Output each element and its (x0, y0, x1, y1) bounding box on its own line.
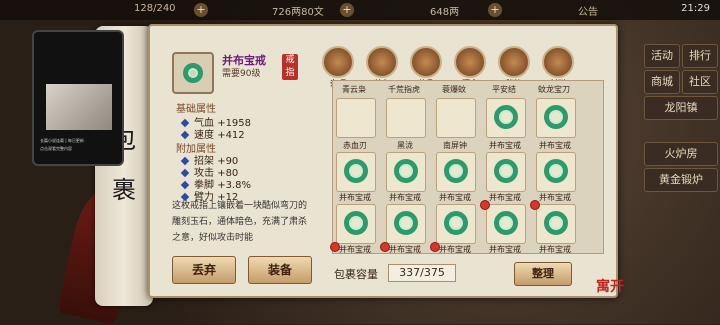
tab-misc[interactable] (322, 46, 354, 78)
inventory-slot[interactable] (536, 204, 576, 244)
slot-label: 并布宝戒 (489, 245, 521, 254)
inventory-slot[interactable] (336, 98, 376, 138)
capacity-value: 337/375 (388, 264, 456, 282)
inventory-slot[interactable] (486, 152, 526, 192)
grid-top-label: 平安结 (492, 85, 516, 94)
game-logo: 寓开 (596, 279, 624, 295)
new-item-dot (530, 200, 540, 210)
new-item-dot (380, 242, 390, 252)
inventory-slot[interactable] (436, 98, 476, 138)
video-subcaption: 点击观看完整内容 (40, 146, 72, 151)
stat-row: 速度 +412 (180, 126, 245, 141)
inventory-slot[interactable] (386, 98, 426, 138)
slot-label: 并布宝戒 (539, 245, 571, 254)
new-item-dot (330, 242, 340, 252)
inventory-slot[interactable] (386, 152, 426, 192)
tab-food[interactable] (454, 46, 486, 78)
slot-label: 黑泷 (397, 141, 413, 150)
equip-button[interactable]: 装备 (248, 256, 312, 284)
slot-label: 并布宝戒 (489, 141, 521, 150)
announcement-link[interactable]: 公告 (578, 3, 598, 18)
add-gold-button[interactable]: + (488, 3, 502, 17)
ring-icon (544, 159, 568, 183)
inventory-slot[interactable] (336, 204, 376, 244)
grid-top-label: 千荒指虎 (388, 85, 420, 94)
ring-icon (444, 211, 468, 235)
inventory-slot[interactable] (486, 204, 526, 244)
ring-icon (344, 159, 368, 183)
slot-label: 并布宝戒 (339, 193, 371, 202)
tab-materials[interactable] (542, 46, 574, 78)
ring-icon (344, 211, 368, 235)
new-item-dot (430, 242, 440, 252)
slot-label: 并布宝戒 (389, 193, 421, 202)
clock: 21:29 (681, 3, 710, 14)
grid-top-label: 蓑爆蚊 (442, 85, 466, 94)
top-status-bar: 128/240 + 726两80文 + 648两 + 公告 21:29 (0, 0, 720, 20)
discard-button[interactable]: 丢弃 (172, 256, 236, 284)
inventory-slot[interactable] (436, 152, 476, 192)
inventory-slot[interactable] (536, 98, 576, 138)
add-energy-button[interactable]: + (194, 3, 208, 17)
ring-icon (494, 159, 518, 183)
inventory-slot[interactable] (536, 152, 576, 192)
menu-shop[interactable]: 商城 (644, 70, 680, 94)
ring-icon (444, 159, 468, 183)
scroll-char-2: 裹 (112, 176, 136, 204)
menu-furnace[interactable]: 火炉房 (644, 142, 718, 166)
base-attributes-title: 基础属性 (176, 104, 216, 115)
selected-item-icon (172, 52, 214, 94)
inventory-slot[interactable] (436, 204, 476, 244)
item-type-seal: 戒指 (282, 54, 298, 80)
ring-icon (183, 63, 203, 83)
ring-icon (494, 105, 518, 129)
video-caption: 长篇小说连载 | 每日更新 (40, 138, 84, 143)
inventory-slot[interactable] (386, 204, 426, 244)
slot-label: 南屏钟 (443, 141, 467, 150)
menu-golden-forge[interactable]: 黄金锻炉 (644, 168, 718, 192)
silver-counter: 726两80文 (272, 7, 324, 18)
inventory-slot[interactable] (336, 152, 376, 192)
menu-community[interactable]: 社区 (682, 70, 718, 94)
menu-ranking[interactable]: 排行 (682, 44, 718, 68)
tab-medicine[interactable] (410, 46, 442, 78)
slot-label: 并布宝戒 (439, 193, 471, 202)
ring-icon (544, 211, 568, 235)
item-level-requirement: 需要90级 (222, 69, 261, 79)
add-silver-button[interactable]: + (340, 3, 354, 17)
tab-manuals[interactable] (498, 46, 530, 78)
new-item-dot (480, 200, 490, 210)
slot-label: 并布宝戒 (539, 141, 571, 150)
energy-counter: 128/240 (134, 3, 176, 14)
item-description: 这枚戒指上镶嵌着一块酷似弯刀的雕刻玉石，通体暗色，充满了肃杀之意，好似攻击时能 (172, 201, 308, 243)
floating-video-overlay[interactable]: 长篇小说连载 | 每日更新 点击观看完整内容 (32, 30, 124, 166)
menu-location[interactable]: 龙阳镇 (644, 96, 718, 120)
ring-icon (394, 211, 418, 235)
inventory-slot[interactable] (486, 98, 526, 138)
grid-top-label: 青云枭 (342, 85, 366, 94)
ring-icon (494, 211, 518, 235)
slot-label: 赤血刃 (343, 141, 367, 150)
capacity-label: 包裹容量 (334, 268, 378, 281)
video-thumbnail[interactable] (46, 84, 112, 130)
ring-icon (394, 159, 418, 183)
grid-top-label: 蚊龙宝刀 (538, 85, 570, 94)
ring-icon (544, 105, 568, 129)
sort-button[interactable]: 整理 (514, 262, 572, 286)
menu-activity[interactable]: 活动 (644, 44, 680, 68)
tab-equipment[interactable] (366, 46, 398, 78)
gold-counter: 648两 (430, 7, 460, 18)
